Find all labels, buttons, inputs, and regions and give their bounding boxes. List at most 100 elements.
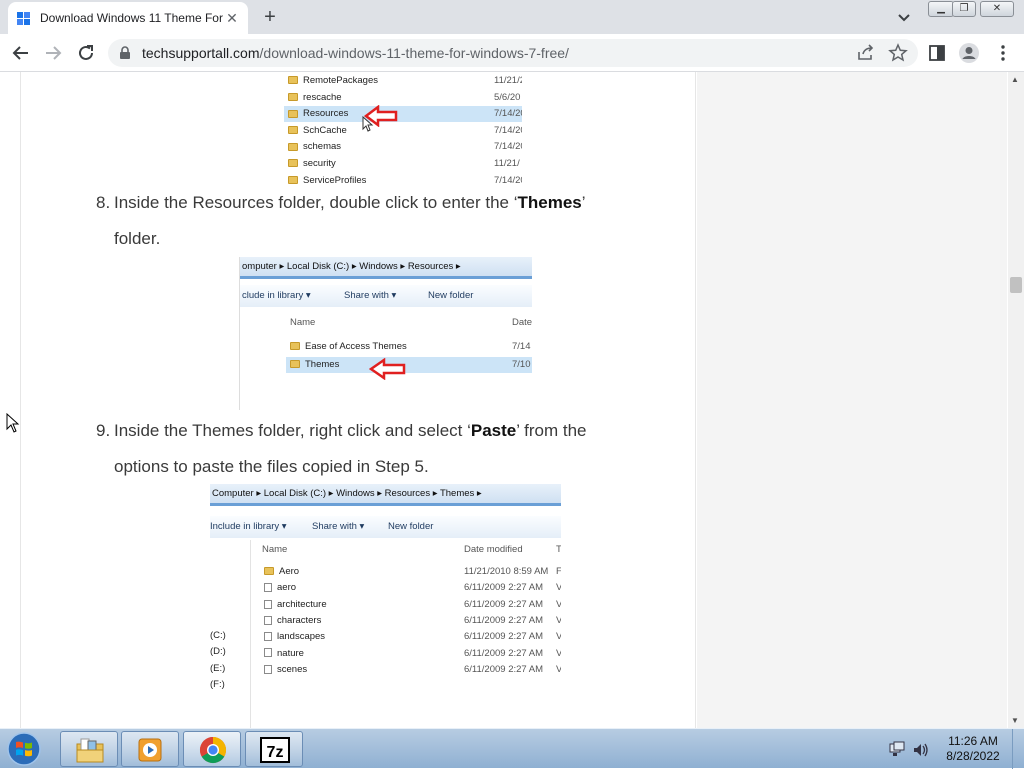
folder-name: ServiceProfiles bbox=[303, 174, 367, 186]
network-icon[interactable] bbox=[889, 741, 905, 756]
folder-name: Resources bbox=[303, 108, 349, 120]
window-restore-button[interactable]: ❐ bbox=[952, 1, 976, 17]
explorer-address-bar: Computer ▸ Local Disk (C:) ▸ Windows ▸ R… bbox=[210, 484, 561, 506]
clock-time: 11:26 AM bbox=[948, 734, 998, 748]
item-name: characters bbox=[277, 614, 322, 626]
step-text-line2: options to paste the files copied in Ste… bbox=[114, 457, 429, 476]
step-text-line1: Inside the Themes folder, right click an… bbox=[114, 413, 586, 449]
column-header-date-modified: Date modified bbox=[464, 544, 523, 555]
side-panel-icon[interactable] bbox=[926, 42, 948, 64]
column-header-date: Date bbox=[512, 317, 532, 328]
item-name: nature bbox=[277, 647, 304, 659]
page-viewport: RemotePackages 11/21/2 rescache 5/6/20 Resou… bbox=[0, 72, 1024, 728]
taskbar-windows-explorer[interactable] bbox=[60, 731, 118, 767]
step-text-part: ’ from the bbox=[516, 421, 587, 440]
share-with-button: Share with ▾ bbox=[344, 290, 397, 301]
lock-icon[interactable] bbox=[118, 46, 132, 60]
new-tab-icon[interactable]: + bbox=[258, 5, 282, 29]
folder-date: 11/21/2 bbox=[494, 75, 522, 86]
tab-search-chevron-icon[interactable] bbox=[894, 7, 914, 27]
step-text-part: Inside the Themes folder, right click an… bbox=[114, 421, 471, 440]
item-name: Aero bbox=[279, 566, 300, 577]
system-tray-icons[interactable] bbox=[888, 741, 932, 759]
system-clock[interactable]: 11:26 AM 8/28/2022 bbox=[936, 734, 1010, 764]
folder-row: Resources 7/14/20 bbox=[284, 106, 522, 123]
seven-zip-icon: 7z bbox=[260, 737, 290, 763]
folder-icon bbox=[288, 109, 298, 118]
step-text-part: ’ bbox=[581, 193, 586, 212]
column-header-name: Name bbox=[290, 317, 316, 328]
forward-arrow-icon[interactable] bbox=[42, 42, 64, 64]
scroll-up-arrow-icon[interactable]: ▲ bbox=[1011, 75, 1019, 84]
folder-icon bbox=[288, 176, 298, 185]
file-row: Aero 11/21/2010 8:59 AM F bbox=[264, 564, 561, 580]
item-type: V bbox=[556, 598, 561, 610]
item-type: V bbox=[556, 663, 561, 675]
clock-date: 8/28/2022 bbox=[946, 749, 1000, 763]
bookmark-star-icon[interactable] bbox=[887, 42, 909, 64]
file-row: landscapes 6/11/2009 2:27 AM V bbox=[264, 629, 561, 645]
folder-name: rescache bbox=[303, 91, 342, 103]
taskbar-google-chrome[interactable] bbox=[183, 731, 241, 767]
site-favicon-icon bbox=[17, 12, 30, 25]
item-type: V bbox=[556, 582, 561, 594]
theme-file-icon bbox=[264, 664, 272, 674]
chrome-menu-kebab-icon[interactable] bbox=[992, 42, 1014, 64]
taskbar-media-player[interactable] bbox=[121, 731, 179, 767]
file-row: scenes 6/11/2009 2:27 AM V bbox=[264, 662, 561, 678]
scroll-down-arrow-icon[interactable]: ▼ bbox=[1011, 716, 1019, 725]
url-path: /download-windows-11-theme-for-windows-7… bbox=[259, 45, 569, 61]
folder-row: rescache 5/6/20 bbox=[284, 90, 522, 106]
folder-name: Themes bbox=[305, 359, 340, 370]
screenshot-resources-folder: omputer ▸ Local Disk (C:) ▸ Windows ▸ Re… bbox=[239, 257, 532, 410]
volume-icon[interactable] bbox=[914, 743, 928, 757]
window-close-button[interactable]: ✕ bbox=[980, 1, 1014, 17]
step-text-bold: Themes bbox=[517, 193, 582, 212]
folder-row: RemotePackages 11/21/2 bbox=[284, 73, 522, 89]
step-text-bold: Paste bbox=[470, 421, 517, 440]
profile-avatar-icon[interactable] bbox=[958, 42, 980, 64]
theme-file-icon bbox=[264, 599, 272, 609]
folder-icon bbox=[288, 76, 298, 85]
step-text-part: Inside the Resources folder, double clic… bbox=[114, 193, 518, 212]
browser-tab-active[interactable]: Download Windows 11 Theme For Windows 7 … bbox=[8, 2, 248, 34]
start-button-windows-orb-icon[interactable] bbox=[4, 731, 44, 767]
taskbar-7zip[interactable]: 7z bbox=[245, 731, 303, 767]
column-header-type: T bbox=[556, 544, 561, 555]
folder-row: Ease of Access Themes 7/14 bbox=[286, 339, 532, 355]
item-date: 6/11/2009 2:27 AM bbox=[464, 582, 544, 594]
folder-date: 11/21/ bbox=[494, 158, 520, 169]
mouse-cursor-icon bbox=[6, 413, 20, 433]
file-row: characters 6/11/2009 2:27 AM V bbox=[264, 613, 561, 629]
tab-close-icon[interactable]: ✕ bbox=[224, 10, 240, 26]
tab-title: Download Windows 11 Theme For Windows 7 … bbox=[40, 11, 224, 25]
theme-file-icon bbox=[264, 632, 272, 642]
step-text-line1: Inside the Resources folder, double clic… bbox=[114, 185, 586, 221]
folder-name: schemas bbox=[303, 141, 342, 153]
folder-name: Ease of Access Themes bbox=[305, 341, 407, 352]
item-type: V bbox=[556, 631, 561, 643]
window-minimize-button[interactable]: ▁ bbox=[928, 1, 954, 17]
explorer-command-bar: Include in library ▾ Share with ▾ New fo… bbox=[210, 516, 561, 538]
folder-date: 7/14 bbox=[512, 341, 531, 352]
reload-icon[interactable] bbox=[75, 42, 97, 64]
scrollbar-thumb[interactable] bbox=[1010, 277, 1022, 293]
step-text-line2: folder. bbox=[114, 229, 161, 248]
item-type: V bbox=[556, 647, 561, 659]
windows-taskbar: 7z 11:26 AM 8/28/2022 bbox=[0, 728, 1024, 769]
item-date: 6/11/2009 2:27 AM bbox=[464, 631, 544, 643]
back-arrow-icon[interactable] bbox=[10, 42, 32, 64]
explorer-address-bar: omputer ▸ Local Disk (C:) ▸ Windows ▸ Re… bbox=[240, 257, 532, 279]
file-row: aero 6/11/2009 2:27 AM V bbox=[264, 580, 561, 596]
nav-drive-item: (F:) bbox=[210, 678, 225, 690]
theme-file-icon bbox=[264, 648, 272, 658]
file-row: nature 6/11/2009 2:27 AM V bbox=[264, 646, 561, 662]
theme-file-icon bbox=[264, 583, 272, 593]
item-date: 6/11/2009 2:27 AM bbox=[464, 647, 544, 659]
show-desktop-button[interactable] bbox=[1012, 729, 1024, 769]
share-icon[interactable] bbox=[855, 42, 877, 64]
red-arrow-icon bbox=[369, 358, 406, 380]
page-scrollbar[interactable] bbox=[1008, 72, 1024, 728]
address-bar[interactable]: techsupportall.com/download-windows-11-t… bbox=[108, 39, 918, 67]
folder-icon bbox=[288, 159, 298, 168]
